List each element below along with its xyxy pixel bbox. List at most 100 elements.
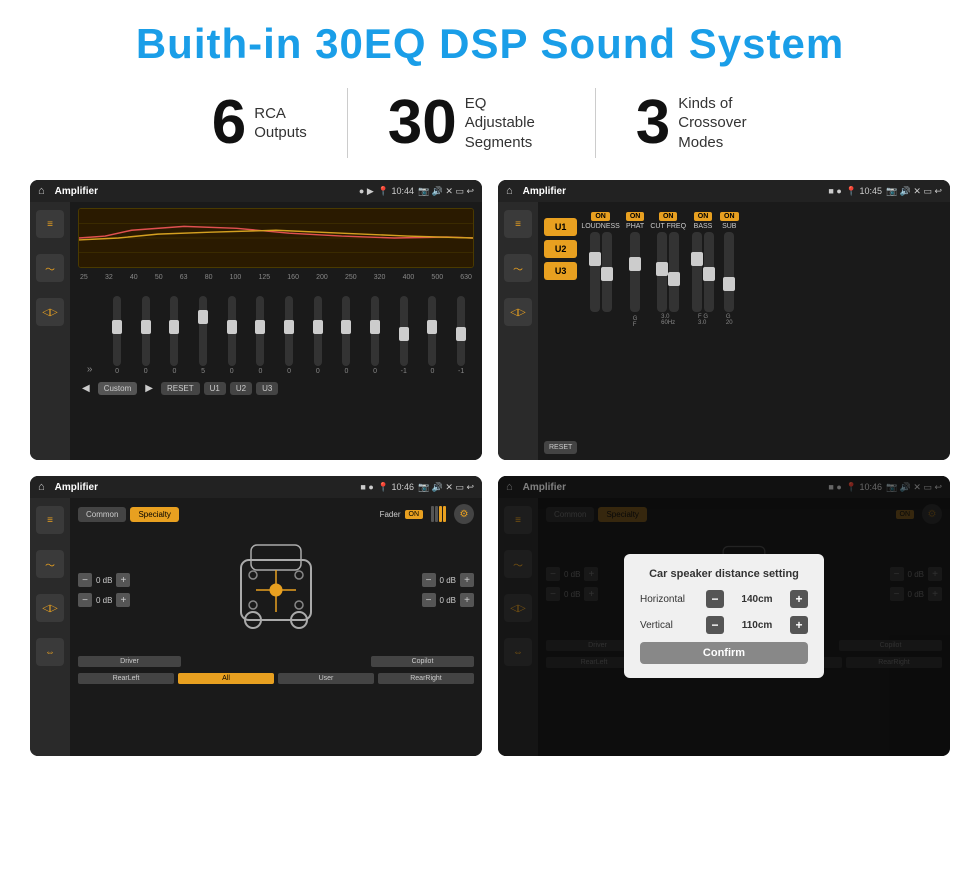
sidebar-vol-btn[interactable]: ◁▷	[36, 298, 64, 326]
tab-specialty[interactable]: Specialty	[130, 507, 178, 522]
confirm-button[interactable]: Confirm	[640, 642, 808, 664]
eq-track-11[interactable]	[428, 296, 436, 366]
eq-track-3[interactable]	[199, 296, 207, 366]
plus-btn-1[interactable]: +	[116, 573, 130, 587]
eq-thumb-1[interactable]	[141, 320, 151, 334]
sidebar-vol-btn-2[interactable]: ◁▷	[504, 298, 532, 326]
eq-thumb-7[interactable]	[313, 320, 323, 334]
cutfreq-slider-1[interactable]	[657, 232, 667, 312]
eq-track-5[interactable]	[256, 296, 264, 366]
stat-number-crossover: 3	[636, 92, 670, 154]
stat-label-rca: RCAOutputs	[254, 104, 307, 143]
plus-btn-4[interactable]: +	[460, 593, 474, 607]
amp-preset-col: U1 U2 U3 RESET	[544, 208, 577, 454]
phat-on[interactable]: ON	[626, 212, 645, 221]
prev-btn[interactable]: ◀	[78, 381, 94, 396]
settings-icon[interactable]: ⚙	[454, 504, 474, 524]
sidebar-extra-btn-3[interactable]: ⇔	[36, 638, 64, 666]
vertical-minus-btn[interactable]: −	[706, 616, 724, 634]
vertical-plus-btn[interactable]: +	[790, 616, 808, 634]
u1-btn[interactable]: U1	[204, 382, 226, 395]
rearleft-btn[interactable]: RearLeft	[78, 673, 174, 684]
plus-btn-3[interactable]: +	[460, 573, 474, 587]
sidebar-wave-btn[interactable]: 〜	[36, 254, 64, 282]
eq-track-2[interactable]	[170, 296, 178, 366]
eq-thumb-0[interactable]	[112, 320, 122, 334]
stat-label-crossover: Kinds ofCrossover Modes	[678, 94, 768, 153]
driver-btn[interactable]: Driver	[78, 656, 181, 667]
bass-slider-1[interactable]	[692, 232, 702, 312]
all-btn[interactable]: All	[178, 673, 274, 684]
eq-thumb-11[interactable]	[427, 320, 437, 334]
sidebar-wave-btn-3[interactable]: 〜	[36, 550, 64, 578]
eq-thumb-6[interactable]	[284, 320, 294, 334]
minus-btn-4[interactable]: −	[422, 593, 436, 607]
bass-slider-2[interactable]	[704, 232, 714, 312]
dialog-horizontal-row: Horizontal − 140cm +	[640, 590, 808, 608]
sub-on[interactable]: ON	[720, 212, 739, 221]
phat-slider-1[interactable]	[630, 232, 640, 312]
eq-track-8[interactable]	[342, 296, 350, 366]
sidebar-eq-btn[interactable]: ≡	[36, 210, 64, 238]
sidebar-eq-btn-3[interactable]: ≡	[36, 506, 64, 534]
loudness-on[interactable]: ON	[591, 212, 610, 221]
copilot-btn[interactable]: Copilot	[371, 656, 474, 667]
u3-btn[interactable]: U3	[256, 382, 278, 395]
cutfreq-slider-2[interactable]	[669, 232, 679, 312]
eq-thumb-10[interactable]	[399, 327, 409, 341]
eq-thumb-4[interactable]	[227, 320, 237, 334]
eq-track-6[interactable]	[285, 296, 293, 366]
minus-btn-2[interactable]: −	[78, 593, 92, 607]
plus-btn-2[interactable]: +	[116, 593, 130, 607]
eq-track-12[interactable]	[457, 296, 465, 366]
phat-thumb-1[interactable]	[629, 257, 641, 271]
bass-on[interactable]: ON	[694, 212, 713, 221]
user-btn[interactable]: User	[278, 673, 374, 684]
eq-track-7[interactable]	[314, 296, 322, 366]
eq-thumb-8[interactable]	[341, 320, 351, 334]
loudness-thumb-1[interactable]	[589, 252, 601, 266]
eq-track-0[interactable]	[113, 296, 121, 366]
eq-thumb-3[interactable]	[198, 310, 208, 324]
amp-reset-btn[interactable]: RESET	[544, 441, 577, 454]
eq-thumb-5[interactable]	[255, 320, 265, 334]
horizontal-plus-btn[interactable]: +	[790, 590, 808, 608]
bass-thumb-2[interactable]	[703, 267, 715, 281]
u2-btn[interactable]: U2	[230, 382, 252, 395]
eq-track-1[interactable]	[142, 296, 150, 366]
eq-thumb-9[interactable]	[370, 320, 380, 334]
stat-number-eq: 30	[388, 92, 457, 154]
eq-thumb-12[interactable]	[456, 327, 466, 341]
eq-track-4[interactable]	[228, 296, 236, 366]
reset-btn[interactable]: RESET	[161, 382, 200, 395]
sidebar-vol-btn-3[interactable]: ◁▷	[36, 594, 64, 622]
minus-btn-1[interactable]: −	[78, 573, 92, 587]
bass-thumb-1[interactable]	[691, 252, 703, 266]
sub-slider-1[interactable]	[724, 232, 734, 312]
fader-on[interactable]: ON	[405, 510, 424, 519]
sidebar-wave-btn-2[interactable]: 〜	[504, 254, 532, 282]
sidebar-eq-btn-2[interactable]: ≡	[504, 210, 532, 238]
custom-btn[interactable]: Custom	[98, 382, 138, 395]
eq-thumb-2[interactable]	[169, 320, 179, 334]
cutfreq-on[interactable]: ON	[659, 212, 678, 221]
cutfreq-thumb-2[interactable]	[668, 272, 680, 286]
cutfreq-thumb-1[interactable]	[656, 262, 668, 276]
rearright-btn[interactable]: RearRight	[378, 673, 474, 684]
tab-common[interactable]: Common	[78, 507, 126, 522]
loudness-thumb-2[interactable]	[601, 267, 613, 281]
u1-preset[interactable]: U1	[544, 218, 577, 236]
loudness-slider-1[interactable]	[590, 232, 600, 312]
horizontal-minus-btn[interactable]: −	[706, 590, 724, 608]
u3-preset[interactable]: U3	[544, 262, 577, 280]
eq-slider-6: 0	[285, 296, 293, 375]
sub-thumb-1[interactable]	[723, 277, 735, 291]
eq-track-10[interactable]	[400, 296, 408, 366]
loudness-slider-2[interactable]	[602, 232, 612, 312]
u2-preset[interactable]: U2	[544, 240, 577, 258]
minus-btn-3[interactable]: −	[422, 573, 436, 587]
eq-slider-12: -1	[457, 296, 465, 375]
next-btn[interactable]: ▶	[141, 381, 157, 396]
amp-row: U1 U2 U3 RESET ON LOUDNESS	[544, 208, 944, 454]
eq-track-9[interactable]	[371, 296, 379, 366]
